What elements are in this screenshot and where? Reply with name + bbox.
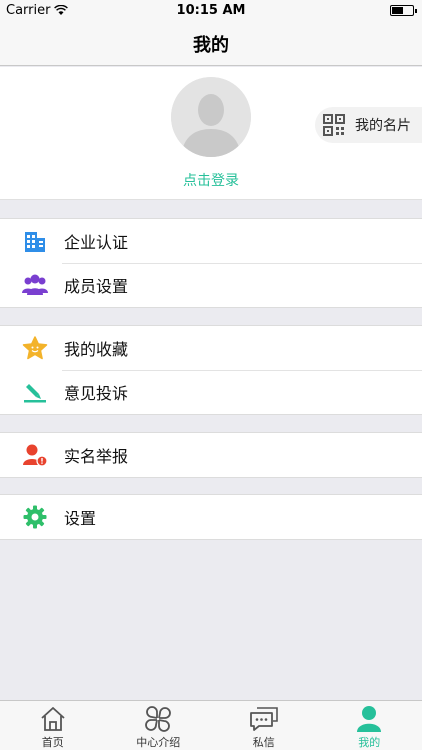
avatar[interactable]: [171, 77, 251, 157]
tab-home[interactable]: 首页: [0, 701, 106, 750]
tab-label: 私信: [252, 736, 275, 749]
menu-item-enterprise-certification[interactable]: 企业认证: [0, 219, 422, 263]
menu-item-label: 设置: [64, 509, 97, 528]
qr-code-icon: [323, 114, 345, 136]
business-card-button[interactable]: 我的名片: [315, 107, 422, 143]
tab-mine[interactable]: 我的: [317, 701, 422, 750]
gear-icon: [22, 505, 48, 529]
default-avatar-icon: [171, 77, 251, 157]
battery-icon: [390, 5, 417, 16]
menu-item-label: 成员设置: [64, 277, 129, 296]
menu-group-report: 实名举报: [0, 432, 422, 478]
tab-bar: 首页 中心介绍 私信 我的: [0, 700, 422, 750]
menu-item-complaints[interactable]: 意见投诉: [0, 370, 422, 414]
menu-item-label: 意见投诉: [64, 384, 129, 403]
nav-bar: 我的: [0, 22, 422, 66]
profile-header: 点击登录 我的名片: [0, 67, 422, 200]
report-user-icon: [22, 443, 48, 467]
home-icon: [39, 705, 67, 733]
menu-group-feedback: 我的收藏 意见投诉: [0, 325, 422, 415]
business-card-label: 我的名片: [355, 118, 411, 134]
person-icon: [356, 705, 382, 733]
menu-item-label: 实名举报: [64, 447, 129, 466]
menu-item-label: 企业认证: [64, 233, 129, 252]
star-icon: [22, 336, 48, 360]
menu-group-account: 企业认证 成员设置: [0, 218, 422, 308]
menu-item-member-settings[interactable]: 成员设置: [0, 263, 422, 307]
menu-item-label: 我的收藏: [64, 340, 129, 359]
tab-label: 首页: [41, 736, 64, 749]
chat-icon: [249, 705, 279, 733]
menu-group-settings: 设置: [0, 494, 422, 540]
tab-messages[interactable]: 私信: [211, 701, 317, 750]
building-icon: [22, 229, 48, 253]
login-link[interactable]: 点击登录: [0, 170, 422, 190]
tab-center-intro[interactable]: 中心介绍: [106, 701, 212, 750]
status-bar: Carrier 10:15 AM: [0, 0, 422, 22]
page-title: 我的: [193, 34, 229, 56]
menu-item-settings[interactable]: 设置: [0, 495, 422, 539]
members-icon: [22, 273, 48, 297]
tab-label: 中心介绍: [136, 736, 181, 749]
tab-label: 我的: [358, 736, 381, 749]
clock: 10:15 AM: [176, 3, 246, 18]
menu-item-real-name-report[interactable]: 实名举报: [0, 433, 422, 477]
menu-item-my-favorites[interactable]: 我的收藏: [0, 326, 422, 370]
pen-icon: [22, 380, 48, 404]
clover-icon: [145, 705, 172, 733]
